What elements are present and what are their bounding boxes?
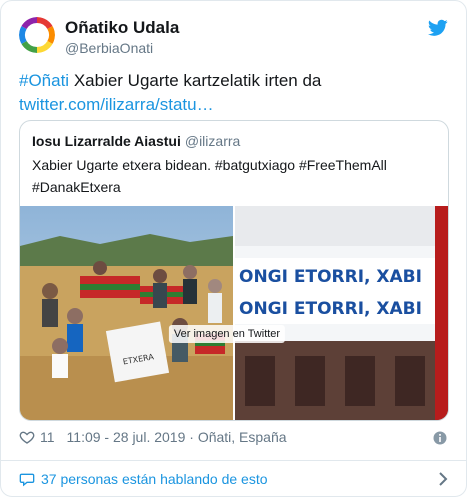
tweet-url-link[interactable]: twitter.com/ilizarra/statu… — [19, 95, 214, 114]
heart-icon[interactable] — [19, 429, 35, 445]
quoted-tweet[interactable]: Iosu Lizarralde Aiastui @ilizarra Xabier … — [19, 120, 449, 421]
author-names: Oñatiko Udala @BerbiaOnati — [65, 18, 179, 57]
group-photo[interactable]: ETXERA — [20, 206, 233, 420]
conversation-text: 37 personas están hablando de esto — [41, 471, 268, 487]
avatar[interactable] — [19, 17, 55, 53]
twitter-bird-icon[interactable] — [428, 19, 448, 37]
banner-line-1: ONGI ETORRI, XABI — [239, 267, 422, 287]
banner-line-2: ONGI ETORRI, XABI — [239, 299, 422, 319]
quoted-handle: @ilizarra — [184, 133, 241, 149]
view-image-label[interactable]: Ver imagen en Twitter — [168, 325, 286, 343]
tweet-header: Oñatiko Udala @BerbiaOnati — [19, 17, 448, 57]
timestamp[interactable]: 11:09 - 28 jul. 2019 · Oñati, España — [67, 429, 287, 445]
tweet-body: Xabier Ugarte kartzelatik irten da — [69, 71, 322, 90]
quoted-author: Iosu Lizarralde Aiastui @ilizarra — [32, 132, 240, 150]
tweet-text: #Oñati Xabier Ugarte kartzelatik irten d… — [19, 69, 449, 117]
comment-bubble-icon — [19, 473, 35, 487]
tweet-card: Oñatiko Udala @BerbiaOnati #Oñati Xabier… — [0, 0, 467, 497]
divider — [1, 460, 466, 461]
quoted-media[interactable]: ETXERA ONGI ETORRI, XABI ONGI ETORRI, XA… — [20, 206, 448, 420]
banner-photo-illustration: ONGI ETORRI, XABI ONGI ETORRI, XABI — [235, 206, 448, 420]
like-count[interactable]: 11 — [40, 429, 55, 445]
chevron-right-icon[interactable] — [438, 471, 448, 487]
info-icon[interactable] — [433, 431, 447, 445]
quoted-display-name: Iosu Lizarralde Aiastui — [32, 133, 181, 149]
conversation-link[interactable]: 37 personas están hablando de esto — [19, 471, 449, 487]
group-photo-illustration: ETXERA — [20, 206, 233, 420]
hashtag-link[interactable]: #Oñati — [19, 71, 69, 90]
tweet-meta: 11 11:09 - 28 jul. 2019 · Oñati, España — [19, 429, 287, 445]
author-handle[interactable]: @BerbiaOnati — [65, 39, 179, 57]
author-display-name[interactable]: Oñatiko Udala — [65, 18, 179, 38]
quoted-text: Xabier Ugarte etxera bidean. #batgutxiag… — [32, 157, 387, 195]
banner-photo[interactable]: ONGI ETORRI, XABI ONGI ETORRI, XABI — [235, 206, 448, 420]
